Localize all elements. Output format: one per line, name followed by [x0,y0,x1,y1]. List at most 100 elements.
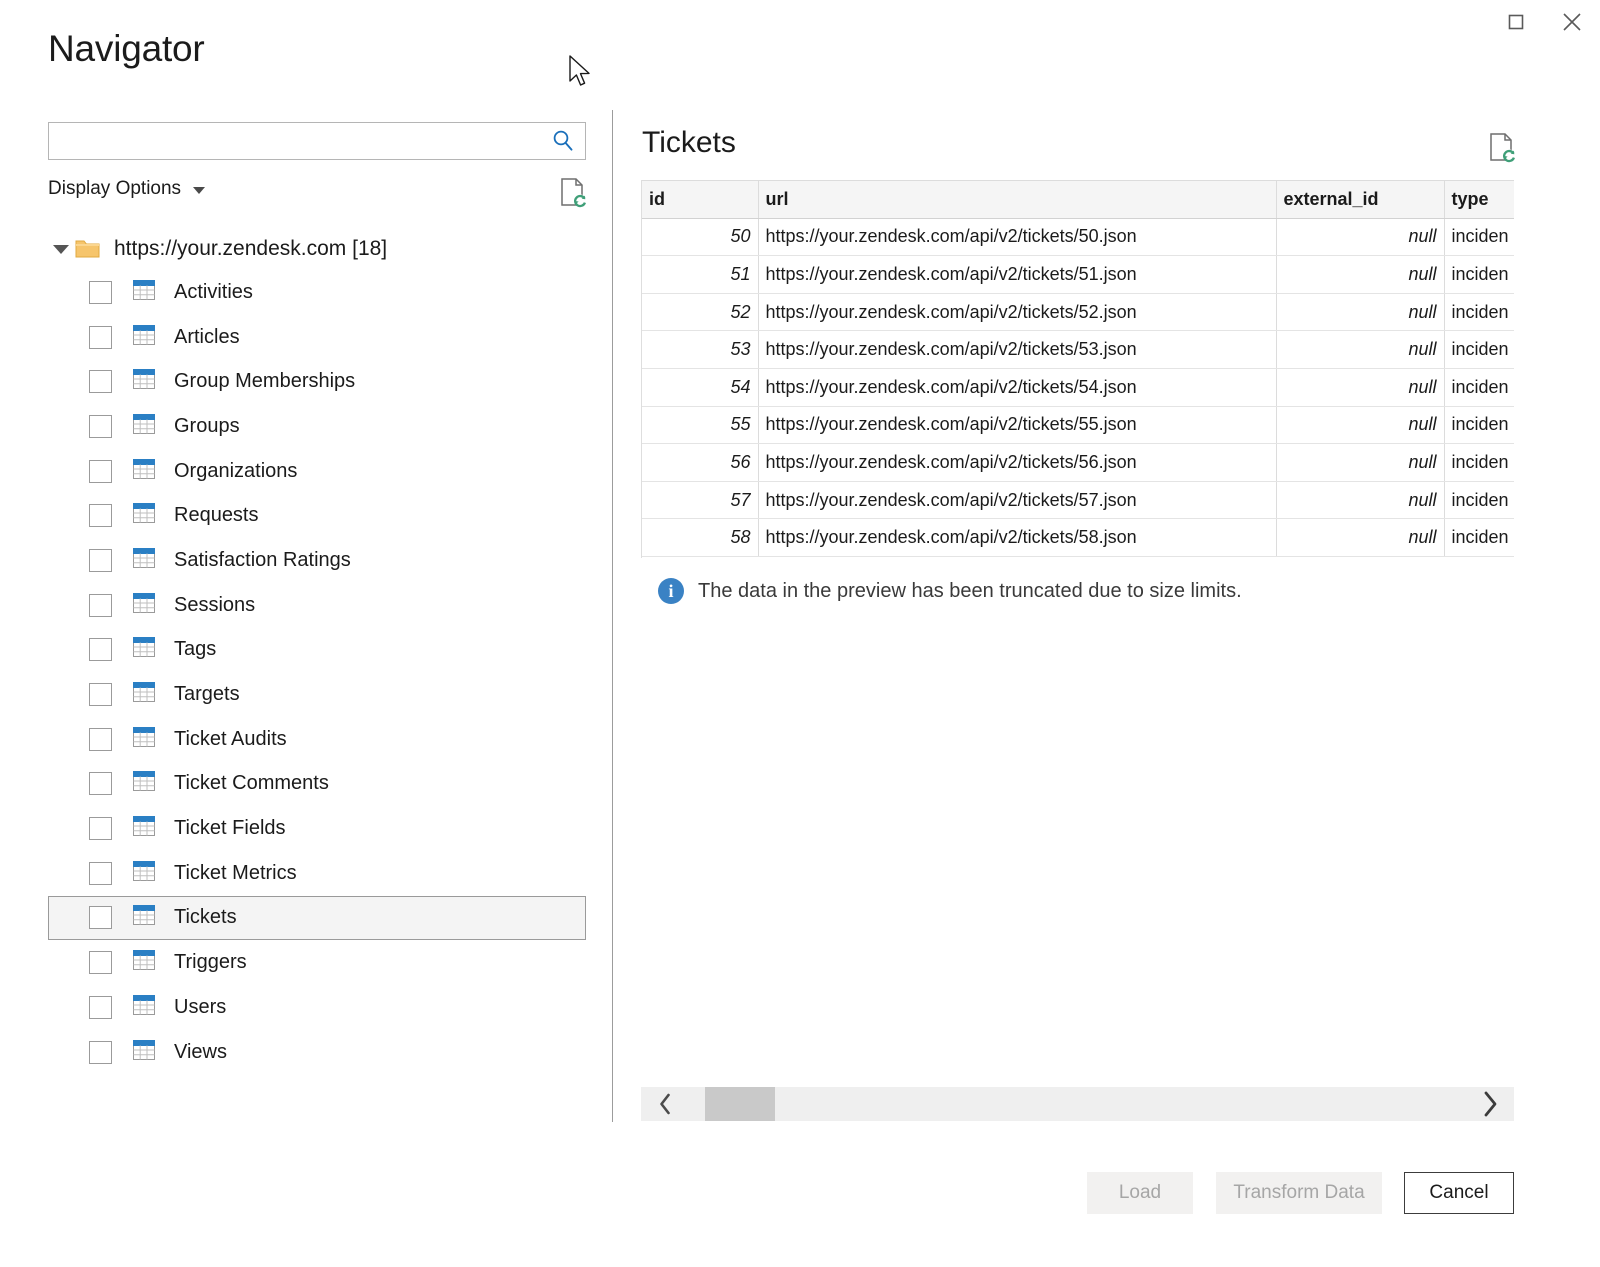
table-row: 50https://your.zendesk.com/api/v2/ticket… [642,218,1514,256]
folder-icon [74,237,104,261]
cell-url: https://your.zendesk.com/api/v2/tickets/… [758,331,1276,369]
scroll-right-button[interactable] [1466,1087,1514,1121]
table-icon [131,1038,157,1062]
chevron-down-icon [193,187,205,194]
column-header-url[interactable]: url [758,181,1276,219]
tree-item-checkbox[interactable] [89,951,112,974]
tree-item-checkbox[interactable] [89,996,112,1019]
scroll-left-button[interactable] [641,1087,689,1121]
tree-item-activities[interactable]: Activities [48,270,586,315]
horizontal-scrollbar[interactable] [641,1087,1514,1121]
column-header-type[interactable]: type [1444,181,1514,219]
search-input[interactable] [49,123,541,159]
table-icon [131,725,157,749]
scrollbar-thumb[interactable] [705,1087,775,1121]
search-icon[interactable] [541,123,585,159]
table-icon [131,591,157,620]
tree-item-label: Group Memberships [174,370,355,393]
tree-item-requests[interactable]: Requests [48,493,586,538]
table-icon [131,546,157,570]
table-icon [131,591,157,615]
tree-item-articles[interactable]: Articles [48,315,586,360]
transform-data-button[interactable]: Transform Data [1216,1172,1382,1214]
tree-item-label: Articles [174,326,240,349]
cell-id: 57 [642,481,758,519]
tree-item-triggers[interactable]: Triggers [48,940,586,985]
refresh-document-icon [1485,131,1517,165]
tree-item-label: Tags [174,638,216,661]
tree-item-label: Users [174,996,226,1019]
table-icon [131,278,157,302]
column-header-id[interactable]: id [642,181,758,219]
table-row: 57https://your.zendesk.com/api/v2/ticket… [642,481,1514,519]
cell-external_id: null [1276,444,1444,482]
table-icon [131,814,157,838]
cell-type: inciden [1444,331,1514,369]
tree-item-ticket-comments[interactable]: Ticket Comments [48,762,586,807]
tree-item-label: Triggers [174,951,247,974]
tree-item-checkbox[interactable] [89,638,112,661]
tree-item-checkbox[interactable] [89,594,112,617]
tree-item-checkbox[interactable] [89,817,112,840]
tree-item-checkbox[interactable] [89,862,112,885]
info-icon: i [658,578,684,604]
tree-item-checkbox[interactable] [89,504,112,527]
tree-item-targets[interactable]: Targets [48,672,586,717]
preview-table: idurlexternal_idtype 50https://your.zend… [642,180,1514,557]
tree-item-tickets[interactable]: Tickets [48,896,586,941]
tree-item-groups[interactable]: Groups [48,404,586,449]
tree-item-checkbox[interactable] [89,415,112,438]
table-icon [131,457,157,486]
table-icon [131,725,157,754]
tree-item-organizations[interactable]: Organizations [48,449,586,494]
chevron-left-icon [656,1092,674,1116]
table-icon [131,367,157,396]
tree-item-checkbox[interactable] [89,281,112,304]
tree-item-label: Groups [174,415,240,438]
tree-item-checkbox[interactable] [89,460,112,483]
tree-item-label: Targets [174,683,240,706]
pane-divider [612,110,613,1122]
table-icon [131,278,157,307]
refresh-preview-button-right[interactable] [1485,131,1517,170]
cell-external_id: null [1276,256,1444,294]
refresh-preview-button-left[interactable] [556,176,588,215]
table-row: 51https://your.zendesk.com/api/v2/ticket… [642,256,1514,294]
tree-item-ticket-fields[interactable]: Ticket Fields [48,806,586,851]
load-button[interactable]: Load [1087,1172,1193,1214]
cell-type: inciden [1444,444,1514,482]
tree-item-tags[interactable]: Tags [48,628,586,673]
scrollbar-track[interactable] [689,1087,1466,1121]
display-options-dropdown[interactable]: Display Options [48,178,205,200]
tree-item-checkbox[interactable] [89,370,112,393]
tree-item-checkbox[interactable] [89,549,112,572]
tree-item-ticket-audits[interactable]: Ticket Audits [48,717,586,762]
tree-item-label: Sessions [174,594,255,617]
tree-item-sessions[interactable]: Sessions [48,583,586,628]
tree-item-checkbox[interactable] [89,728,112,751]
tree-item-list: Activities Articles Group Memberships Group… [48,270,586,1074]
search-box[interactable] [48,122,586,160]
tree-item-group-memberships[interactable]: Group Memberships [48,359,586,404]
tree-item-checkbox[interactable] [89,1041,112,1064]
column-header-external_id[interactable]: external_id [1276,181,1444,219]
table-icon [131,323,157,352]
tree-item-users[interactable]: Users [48,985,586,1030]
cancel-button[interactable]: Cancel [1404,1172,1514,1214]
tree-item-checkbox[interactable] [89,906,112,929]
cell-id: 50 [642,218,758,256]
table-icon [131,948,157,977]
tree-item-checkbox[interactable] [89,326,112,349]
chevron-right-icon [1479,1089,1501,1119]
tree-item-checkbox[interactable] [89,772,112,795]
tree-item-satisfaction-ratings[interactable]: Satisfaction Ratings [48,538,586,583]
tree-root-node[interactable]: https://your.zendesk.com [18] [48,228,586,270]
cell-external_id: null [1276,406,1444,444]
tree-item-label: Organizations [174,460,297,483]
tree-item-ticket-metrics[interactable]: Ticket Metrics [48,851,586,896]
tree-item-views[interactable]: Views [48,1030,586,1075]
table-header-row: idurlexternal_idtype [642,181,1514,219]
expander-icon[interactable] [48,245,74,254]
tree-item-checkbox[interactable] [89,683,112,706]
cell-external_id: null [1276,293,1444,331]
